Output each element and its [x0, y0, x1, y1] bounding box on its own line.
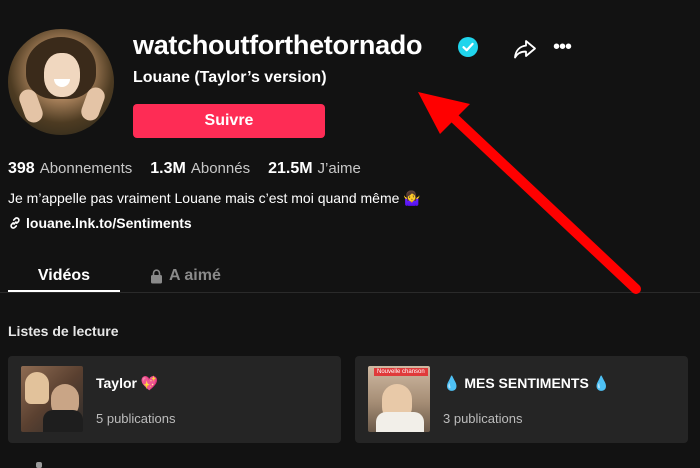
stat-followers[interactable]: 1.3M Abonnés [150, 160, 250, 178]
profile-username: watchoutforthetornado [133, 30, 423, 60]
avatar-face [44, 53, 80, 97]
profile-bio: Je m’appelle pas vraiment Louane mais c’… [8, 190, 421, 206]
footer-indicator [36, 462, 42, 468]
thumbnail-tag: Nouvelle chanson [374, 368, 428, 376]
playlist-count: 5 publications [96, 411, 176, 426]
playlist-count: 3 publications [443, 411, 523, 426]
stat-following-value: 398 [8, 160, 35, 177]
stat-likes-label: J’aime [317, 160, 361, 177]
stat-following[interactable]: 398 Abonnements [8, 160, 132, 178]
tab-liked[interactable]: A aimé [150, 262, 221, 290]
playlist-card-sentiments[interactable]: Nouvelle chanson 💧 MES SENTIMENTS 💧 3 pu… [355, 356, 688, 443]
follow-button[interactable]: Suivre [133, 104, 325, 138]
thumb-figure [376, 412, 424, 432]
stat-likes-value: 21.5M [268, 160, 313, 177]
tab-videos[interactable]: Vidéos [8, 262, 120, 290]
playlist-title-text: Taylor [96, 375, 137, 391]
tab-videos-label: Vidéos [37, 267, 91, 284]
tabs-divider [0, 292, 700, 293]
playlists-section-title: Listes de lecture [8, 323, 119, 339]
share-icon[interactable] [513, 38, 537, 60]
playlist-title: Taylor 💖 [96, 375, 158, 392]
playlist-card-taylor[interactable]: Taylor 💖 5 publications [8, 356, 341, 443]
droplet-emoji: 💧 [592, 375, 611, 391]
thumb-figure [43, 410, 83, 432]
stat-following-label: Abonnements [39, 160, 133, 177]
profile-link-text: louane.lnk.to/Sentiments [26, 215, 192, 231]
stat-followers-value: 1.3M [150, 160, 186, 177]
playlist-thumbnail [21, 366, 83, 432]
stat-followers-label: Abonnés [190, 160, 251, 177]
profile-stats: 398 Abonnements 1.3M Abonnés 21.5M J’aime [8, 160, 361, 178]
lock-icon [151, 268, 162, 283]
tab-liked-label: A aimé [169, 267, 221, 284]
profile-link[interactable]: louane.lnk.to/Sentiments [8, 215, 192, 231]
profile-display-name: Louane (Taylor’s version) [133, 69, 327, 86]
playlist-title-text: MES SENTIMENTS [464, 375, 589, 391]
link-icon [10, 217, 20, 229]
heart-emoji: 💖 [140, 375, 159, 391]
verified-badge-icon [458, 37, 478, 57]
stat-likes: 21.5M J’aime [268, 160, 361, 178]
droplet-emoji: 💧 [443, 375, 461, 391]
more-icon[interactable]: ••• [551, 37, 573, 60]
playlist-thumbnail: Nouvelle chanson [368, 366, 430, 432]
playlist-title: 💧 MES SENTIMENTS 💧 [443, 375, 610, 392]
thumb-figure [25, 372, 49, 404]
profile-avatar[interactable] [8, 29, 114, 135]
